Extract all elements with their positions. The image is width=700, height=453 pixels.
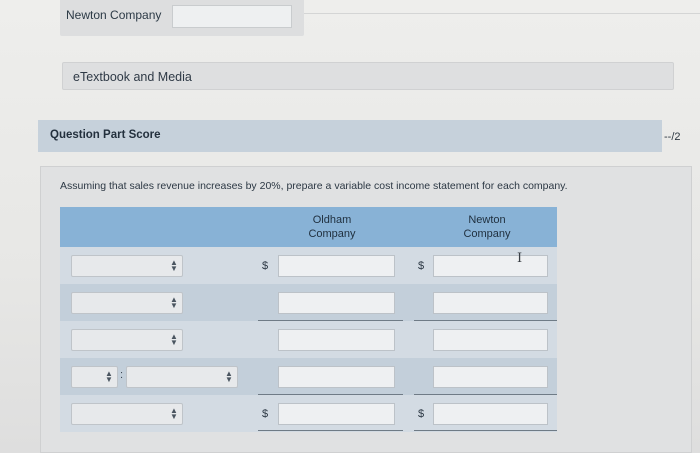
currency-symbol: $ (262, 260, 269, 272)
newton-amount-input[interactable] (433, 255, 548, 277)
oldham-amount-input[interactable] (278, 329, 395, 351)
page-background: Newton Company eTextbook and Media Quest… (0, 0, 700, 453)
company-name-row: Newton Company (60, 0, 304, 36)
column-header-line: Newton (468, 214, 506, 226)
oldham-amount-input[interactable] (278, 403, 395, 425)
divider (304, 13, 700, 14)
instruction-text: Assuming that sales revenue increases by… (60, 180, 568, 192)
column-header-line: Oldham (312, 214, 352, 226)
line-item-select-b[interactable]: ▲ ▼ (126, 366, 238, 388)
text-cursor-icon: I (517, 251, 523, 266)
currency-symbol: $ (262, 408, 269, 420)
currency-symbol: $ (418, 260, 425, 272)
colon-separator: : (120, 369, 124, 381)
etextbook-media-bar[interactable]: eTextbook and Media (62, 62, 674, 90)
select-arrows-icon: ▲ ▼ (105, 369, 113, 384)
newton-amount-input[interactable] (433, 329, 548, 351)
company-name-label: Newton Company (66, 8, 162, 22)
line-item-select[interactable]: ▲ ▼ (71, 292, 183, 314)
select-arrows-icon: ▲ ▼ (170, 332, 178, 347)
select-arrows-icon: ▲ ▼ (170, 295, 178, 310)
column-header-oldham: Oldham Company (287, 213, 377, 241)
oldham-amount-input[interactable] (278, 292, 395, 314)
score-value: --/2 (664, 131, 681, 143)
question-part-score-label: Question Part Score (50, 129, 161, 141)
line-item-select[interactable]: ▲ ▼ (71, 329, 183, 351)
total-double-underline (258, 430, 403, 431)
column-header-newton: Newton Company (442, 213, 532, 241)
oldham-amount-input[interactable] (278, 366, 395, 388)
newton-amount-input[interactable] (433, 366, 548, 388)
select-arrows-icon: ▲ ▼ (170, 406, 178, 421)
currency-symbol: $ (418, 408, 425, 420)
newton-amount-input[interactable] (433, 292, 548, 314)
column-header-line: Company (463, 228, 511, 240)
question-part-score-bar: Question Part Score (38, 120, 662, 152)
newton-amount-input[interactable] (433, 403, 548, 425)
select-arrows-icon: ▲ ▼ (170, 258, 178, 273)
company-name-input[interactable] (172, 5, 292, 28)
etextbook-media-label[interactable]: eTextbook and Media (73, 70, 192, 84)
column-header-line: Company (308, 228, 356, 240)
oldham-amount-input[interactable] (278, 255, 395, 277)
select-arrows-icon: ▲ ▼ (225, 369, 233, 384)
line-item-select[interactable]: ▲ ▼ (71, 403, 183, 425)
total-double-underline (414, 430, 557, 431)
line-item-select-a[interactable]: ▲ ▼ (71, 366, 118, 388)
line-item-select[interactable]: ▲ ▼ (71, 255, 183, 277)
